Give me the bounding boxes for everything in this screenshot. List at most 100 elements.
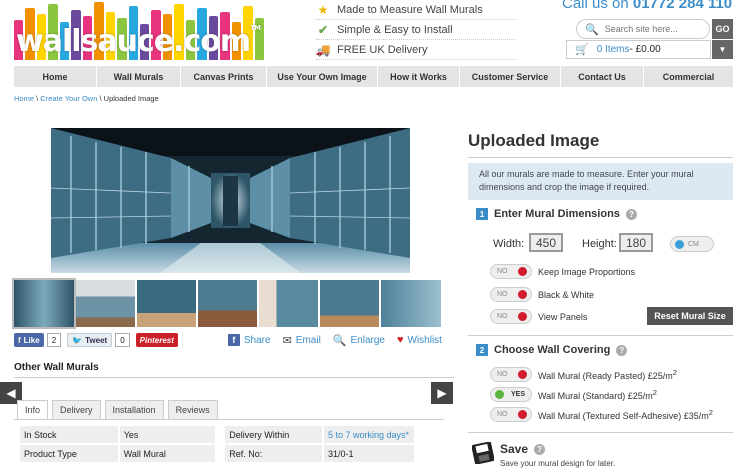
toggle-state: NO	[497, 411, 508, 418]
step-choose-covering: 2 Choose Wall Covering ?	[476, 344, 628, 356]
envelope-icon: ✉	[282, 334, 292, 347]
product-tabs: Info Delivery Installation Reviews	[17, 400, 218, 419]
divider	[468, 335, 733, 336]
nav-customer-service[interactable]: Customer Service	[460, 66, 561, 87]
delivery-label: Delivery Within	[225, 426, 322, 443]
next-arrow-icon[interactable]: ▶	[431, 382, 453, 404]
view-panels-toggle[interactable]: NO	[490, 309, 532, 324]
share-link[interactable]: f Share	[227, 334, 271, 346]
tab-delivery[interactable]: Delivery	[52, 400, 101, 419]
feature-label: FREE UK Delivery	[337, 43, 428, 56]
nav-use-your-own-image[interactable]: Use Your Own Image	[267, 66, 378, 87]
width-input[interactable]: 450	[529, 233, 563, 252]
truck-icon: 🚚	[315, 42, 331, 57]
breadcrumb-current: Uploaded Image	[103, 94, 159, 103]
wishlist-link[interactable]: ♥ Wishlist	[397, 334, 442, 346]
keep-proportions-toggle[interactable]: NO	[490, 264, 532, 279]
covering-standard: YES Wall Mural (Standard) £25/m2	[490, 387, 657, 402]
thumbnail[interactable]	[12, 278, 76, 329]
basket-summary[interactable]: 🛒 0 Items - £0.00	[566, 40, 711, 59]
breadcrumb-home[interactable]: Home	[14, 94, 34, 103]
save-design[interactable]: Save? Save your mural design for later.	[472, 442, 615, 468]
search-icon: 🔍	[585, 23, 599, 36]
step-enter-dimensions: 1 Enter Mural Dimensions ?	[476, 208, 637, 220]
nav-contact-us[interactable]: Contact Us	[561, 66, 644, 87]
option-label: View Panels	[538, 311, 588, 322]
toggle-dot	[495, 390, 504, 399]
nav-canvas-prints[interactable]: Canvas Prints	[181, 66, 267, 87]
call-prefix: Call us on	[562, 0, 633, 12]
spacer	[217, 426, 224, 443]
toggle-state: NO	[497, 291, 508, 298]
help-icon[interactable]: ?	[616, 344, 628, 356]
option-label: Black & White	[538, 289, 595, 300]
heart-icon: ♥	[396, 334, 404, 346]
tab-divider	[14, 419, 444, 420]
feature-list: ★ Made to Measure Wall Murals ✔ Simple & E…	[316, 0, 516, 60]
save-text: Save? Save your mural design for later.	[500, 442, 615, 468]
textured-toggle[interactable]: NO	[490, 407, 532, 422]
option-label: Wall Mural (Ready Pasted) £25/m2	[538, 368, 677, 381]
tweet-count: 0	[115, 333, 130, 347]
reset-mural-size-button[interactable]: Reset Mural Size	[647, 307, 733, 325]
uploaded-image-preview[interactable]	[51, 128, 410, 273]
basket-icon: 🛒	[575, 44, 589, 56]
panel-title: Uploaded Image	[468, 131, 600, 150]
thumbnail[interactable]	[259, 280, 318, 327]
spaceship-corridor-image	[51, 128, 410, 273]
tweet-button[interactable]: 🐦 Tweet	[67, 333, 113, 347]
ref-value: 31/0-1	[323, 445, 414, 462]
thumbnail[interactable]	[381, 280, 441, 327]
height-input[interactable]: 180	[619, 233, 653, 252]
covering-textured: NO Wall Mural (Textured Self-Adhesive) £…	[490, 407, 713, 422]
enlarge-link[interactable]: 🔍 Enlarge	[333, 334, 385, 347]
help-icon[interactable]: ?	[625, 208, 637, 220]
tab-installation[interactable]: Installation	[104, 400, 164, 419]
black-white-toggle[interactable]: NO	[490, 287, 532, 302]
share-label: Share	[243, 334, 271, 346]
unit-toggle[interactable]: CM	[670, 236, 714, 252]
search-input[interactable]	[604, 24, 705, 34]
search-box: 🔍	[576, 19, 710, 39]
thumbnail[interactable]	[320, 280, 379, 327]
email-link[interactable]: ✉ Email	[283, 334, 321, 347]
thumbnail-strip	[12, 278, 446, 329]
covering-label: Wall Mural (Ready Pasted) £25/m	[538, 371, 673, 381]
like-count: 2	[46, 333, 62, 347]
phone-number[interactable]: Call us on 01772 284 110	[562, 0, 732, 12]
ready-pasted-toggle[interactable]: NO	[490, 367, 532, 382]
thumbnail[interactable]	[198, 280, 257, 327]
step-title: Choose Wall Covering	[494, 344, 611, 356]
wallsauce-logo[interactable]: wallsauce.comTM	[14, 2, 264, 60]
delivery-time-link[interactable]: 5 to 7 working days*	[328, 430, 409, 440]
chevron-down-icon[interactable]: ▼	[712, 40, 733, 59]
search-go-button[interactable]: GO	[712, 19, 733, 39]
toggle-state: YES	[510, 391, 525, 398]
thumbnail[interactable]	[137, 280, 196, 327]
nav-wall-murals[interactable]: Wall Murals	[97, 66, 181, 87]
like-label: Like	[23, 335, 40, 345]
pinterest-button[interactable]: Pinterest	[135, 333, 178, 347]
tab-reviews[interactable]: Reviews	[167, 400, 218, 419]
standard-toggle[interactable]: YES	[490, 387, 532, 402]
nav-how-it-works[interactable]: How it Works	[378, 66, 460, 87]
save-title: Save	[500, 442, 529, 456]
table-row: In Stock Yes Delivery Within 5 to 7 work…	[20, 426, 414, 443]
help-icon[interactable]: ?	[534, 443, 546, 455]
toggle-state: NO	[497, 371, 508, 378]
feature-item: 🚚 FREE UK Delivery	[316, 40, 516, 60]
nav-home[interactable]: Home	[14, 66, 97, 87]
basket-items[interactable]: 0 Items	[597, 44, 630, 55]
breadcrumb-create-your-own[interactable]: Create Your Own	[40, 94, 97, 103]
nav-commercial[interactable]: Commercial	[644, 66, 733, 87]
toggle-dot	[518, 290, 527, 299]
thumbnail[interactable]	[76, 280, 135, 327]
facebook-like-button[interactable]: f Like	[14, 333, 44, 347]
check-icon: ✔	[317, 22, 329, 37]
option-keep-proportions: NO Keep Image Proportions	[490, 264, 635, 279]
tab-info[interactable]: Info	[17, 400, 49, 419]
divider	[14, 377, 454, 378]
covering-label: Wall Mural (Textured Self-Adhesive) £35/…	[538, 411, 709, 421]
twitter-icon: 🐦	[72, 335, 83, 345]
width-label: Width:	[493, 238, 525, 250]
